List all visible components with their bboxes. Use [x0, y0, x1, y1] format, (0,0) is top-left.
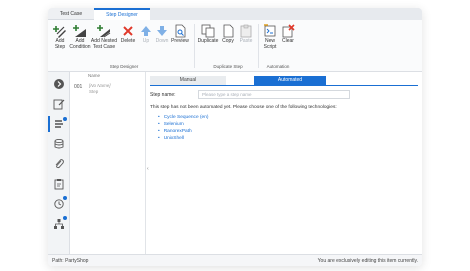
- preview-icon: [175, 24, 186, 38]
- database-icon[interactable]: [53, 138, 65, 150]
- navigate-forward-icon[interactable]: [53, 78, 65, 90]
- ribbon-separator: [194, 24, 195, 68]
- step-detail-panel: Manual Automated Step name: This step ha…: [150, 72, 422, 254]
- group-label-step-designer: Step Designer: [109, 64, 139, 69]
- notification-dot: [63, 117, 67, 121]
- step-name: [No Name]: [89, 83, 111, 88]
- new-script-icon: [264, 24, 276, 37]
- technology-link-ranorexpath[interactable]: RanorexPath: [158, 128, 208, 135]
- status-path: Path: PartyShop: [52, 258, 89, 264]
- automation-info-text: This step has not been automated yet. Pl…: [150, 105, 337, 110]
- step-number: 001: [74, 84, 83, 90]
- add-nested-icon: [97, 25, 111, 38]
- tab-bar: Test Case Step Designer: [48, 8, 422, 20]
- tab-test-case[interactable]: Test Case: [48, 8, 94, 20]
- app-window: Test Case Step Designer Add Step Add Condi…: [48, 8, 422, 266]
- add-step-icon: [53, 26, 66, 38]
- paste-icon: [240, 24, 252, 38]
- tab-automated[interactable]: Automated: [254, 76, 326, 85]
- group-label-automation: Automation: [266, 64, 290, 69]
- add-condition-icon: [73, 25, 86, 37]
- add-nested-test-case-button[interactable]: Add Nested Test Case: [91, 24, 117, 50]
- delete-icon: [123, 26, 133, 36]
- add-condition-button[interactable]: Add Condition: [69, 24, 91, 50]
- step-list-panel: Name 001 [No Name] Step: [70, 72, 146, 254]
- step-type: Step: [89, 89, 99, 94]
- down-arrow-icon: [157, 26, 167, 36]
- step-list-item[interactable]: 001 [No Name] Step: [70, 81, 146, 97]
- step-name-label: Step name:: [150, 92, 176, 98]
- collapse-panel-arrow-icon[interactable]: ‹: [147, 166, 149, 172]
- paste-button[interactable]: Paste: [236, 24, 256, 44]
- attachment-icon[interactable]: [53, 158, 65, 170]
- duplicate-icon: [201, 24, 215, 38]
- step-name-input[interactable]: [198, 90, 350, 99]
- left-navigation-rail: [48, 72, 70, 254]
- copy-icon: [223, 24, 234, 38]
- tab-underline: [150, 85, 418, 86]
- clear-label: Clear: [282, 38, 294, 44]
- tab-bar-filler: [150, 8, 422, 20]
- ribbon-toolbar: Add Step Add Condition Add Nested Test Case: [48, 20, 422, 72]
- clear-button[interactable]: Clear: [278, 24, 298, 44]
- technology-list: Cycle Sequence (en) Selenium RanorexPath…: [158, 114, 209, 142]
- notification-dot: [63, 196, 67, 200]
- group-label-duplicate-step: Duplicate Step: [213, 64, 243, 69]
- technology-link-cycle-sequence[interactable]: Cycle Sequence (en): [158, 114, 209, 121]
- preview-button[interactable]: Preview: [170, 24, 190, 44]
- column-header-name: Name: [88, 73, 101, 78]
- tab-manual[interactable]: Manual: [150, 76, 226, 85]
- up-arrow-icon: [141, 26, 151, 36]
- active-indicator: [48, 116, 50, 132]
- status-message: You are exclusively editing this item cu…: [317, 258, 418, 264]
- clear-icon: [282, 24, 295, 38]
- technology-link-selenium[interactable]: Selenium: [158, 121, 208, 128]
- notification-dot: [63, 216, 67, 220]
- tab-step-designer[interactable]: Step Designer: [94, 8, 150, 20]
- technology-link-unixshell[interactable]: UnixShell: [158, 135, 208, 142]
- clipboard-icon[interactable]: [53, 178, 65, 190]
- new-script-button[interactable]: New Script: [260, 24, 280, 50]
- edit-icon[interactable]: [53, 98, 65, 110]
- status-bar: Path: PartyShop You are exclusively edit…: [48, 254, 422, 266]
